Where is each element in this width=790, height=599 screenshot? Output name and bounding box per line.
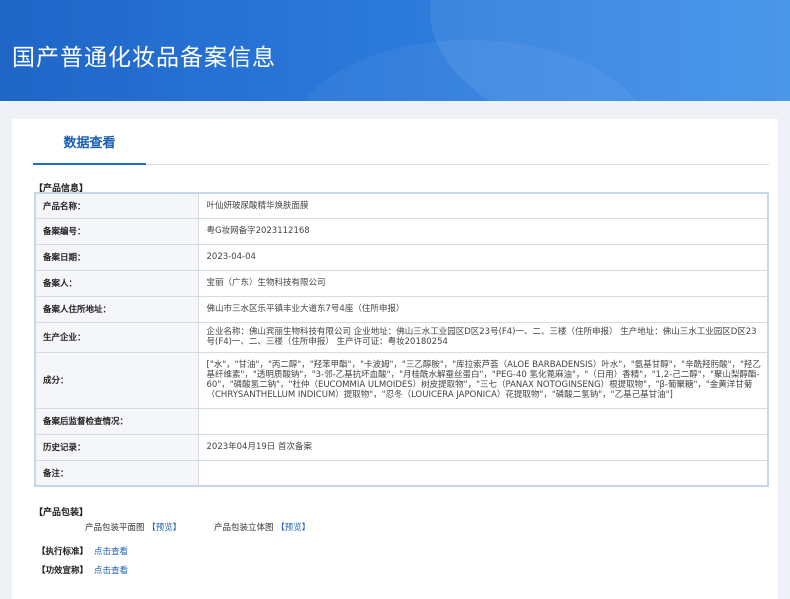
tab-data-view[interactable]: 数据查看 bbox=[33, 133, 146, 165]
table-row: 备注： bbox=[34, 459, 769, 487]
standard-row: 【执行标准】 点击查看 bbox=[37, 545, 128, 557]
row-key-remarks: 备注： bbox=[34, 459, 199, 487]
packaging-item: 产品包装平面图 【预览】 bbox=[85, 521, 181, 533]
row-key-manufacturer: 生产企业： bbox=[34, 321, 199, 353]
standard-view-link[interactable]: 点击查看 bbox=[94, 547, 128, 557]
table-row: 备案人： 宝丽（广东）生物科技有限公司 bbox=[34, 269, 769, 297]
packaging-section-title: 【产品包装】 bbox=[34, 508, 89, 518]
table-row: 生产企业： 企业名称：佛山宾丽生物科技有限公司 企业地址：佛山三水工业园区D区2… bbox=[34, 321, 769, 353]
table-row: 备案人住所地址： 佛山市三水区乐平镇丰业大道东7号4座（住所申报） bbox=[34, 295, 769, 323]
row-key-product-name: 产品名称： bbox=[34, 192, 199, 219]
row-key-supervision: 备案后监督检查情况： bbox=[34, 407, 199, 435]
efficacy-view-link[interactable]: 点击查看 bbox=[94, 566, 128, 576]
packaging-item: 产品包装立体图 【预览】 bbox=[214, 521, 310, 533]
row-value-registrant-address: 佛山市三水区乐平镇丰业大道东7号4座（住所申报） bbox=[197, 295, 769, 323]
row-key-registrant-address: 备案人住所地址： bbox=[34, 295, 199, 323]
standard-label: 【执行标准】 bbox=[37, 547, 89, 557]
row-value-ingredients: ["水"，"甘油"，"丙二醇"，"羟苯甲酯"，"卡波姆"，"三乙醇胺"，"库拉索… bbox=[197, 351, 769, 409]
page-header: 国产普通化妆品备案信息 bbox=[0, 0, 790, 101]
row-key-history: 历史记录： bbox=[34, 433, 199, 461]
row-key-ingredients: 成分： bbox=[34, 351, 199, 409]
table-row: 备案日期： 2023-04-04 bbox=[34, 243, 769, 271]
row-value-history: 2023年04月19日 首次备案 bbox=[197, 433, 769, 461]
row-value-product-name: 叶仙妍玻尿酸精华焕肤面膜 bbox=[197, 192, 769, 219]
content-panel: 数据查看 【产品信息】 产品名称： 叶仙妍玻尿酸精华焕肤面膜 备案编号： 粤G妆… bbox=[12, 119, 778, 599]
efficacy-label: 【功效宣称】 bbox=[37, 566, 89, 576]
row-value-manufacturer: 企业名称：佛山宾丽生物科技有限公司 企业地址：佛山三水工业园区D区23号(F4)… bbox=[197, 321, 769, 353]
table-row: 历史记录： 2023年04月19日 首次备案 bbox=[34, 433, 769, 461]
table-row: 备案后监督检查情况： bbox=[34, 407, 769, 435]
row-key-registrant: 备案人： bbox=[34, 269, 199, 297]
table-row: 备案编号： 粤G妆网备字2023112168 bbox=[34, 217, 769, 245]
row-value-remarks bbox=[197, 459, 769, 487]
packaging-flat-preview-link[interactable]: 【预览】 bbox=[147, 523, 181, 533]
table-row: 成分： ["水"，"甘油"，"丙二醇"，"羟苯甲酯"，"卡波姆"，"三乙醇胺"，… bbox=[34, 351, 769, 409]
packaging-3d-preview-link[interactable]: 【预览】 bbox=[276, 523, 310, 533]
row-key-record-date: 备案日期： bbox=[34, 243, 199, 271]
row-value-record-date: 2023-04-04 bbox=[197, 243, 769, 271]
product-info-table: 产品名称： 叶仙妍玻尿酸精华焕肤面膜 备案编号： 粤G妆网备字202311216… bbox=[34, 192, 769, 487]
row-value-registrant: 宝丽（广东）生物科技有限公司 bbox=[197, 269, 769, 297]
row-key-record-number: 备案编号： bbox=[34, 217, 199, 245]
row-value-record-number: 粤G妆网备字2023112168 bbox=[197, 217, 769, 245]
page-title: 国产普通化妆品备案信息 bbox=[12, 45, 276, 71]
packaging-3d-label: 产品包装立体图 bbox=[214, 523, 274, 533]
tab-bar: 数据查看 bbox=[33, 133, 769, 165]
row-value-supervision bbox=[197, 407, 769, 435]
table-row: 产品名称： 叶仙妍玻尿酸精华焕肤面膜 bbox=[34, 192, 769, 219]
packaging-flat-label: 产品包装平面图 bbox=[85, 523, 145, 533]
efficacy-row: 【功效宣称】 点击查看 bbox=[37, 564, 128, 576]
